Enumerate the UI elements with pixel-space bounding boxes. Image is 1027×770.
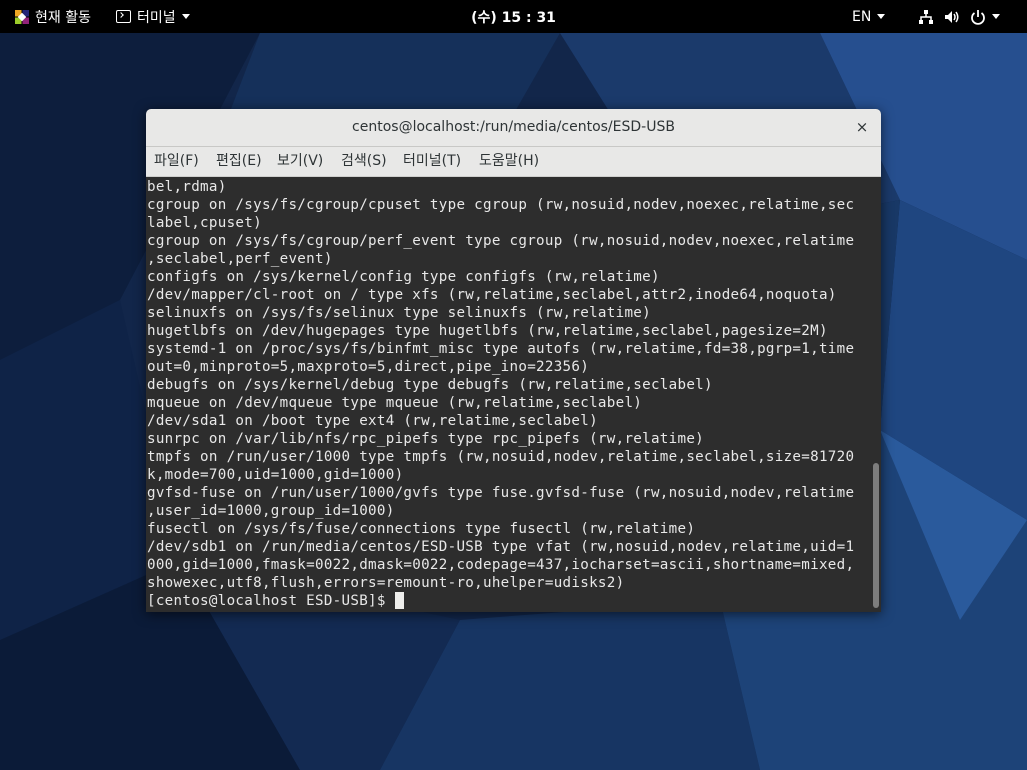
language-button[interactable]: EN <box>852 0 886 33</box>
terminal-line: mqueue on /dev/mqueue type mqueue (rw,re… <box>147 395 643 411</box>
terminal-prompt: [centos@localhost ESD-USB]$ <box>147 593 395 609</box>
system-menu-button[interactable] <box>918 0 1000 33</box>
network-icon <box>919 9 933 24</box>
terminal-icon <box>116 10 131 23</box>
window-titlebar[interactable]: centos@localhost:/run/media/centos/ESD-U… <box>146 109 881 147</box>
app-menu-button[interactable]: 터미널 <box>116 0 190 33</box>
terminal-line: systemd-1 on /proc/sys/fs/binfmt_misc ty… <box>147 341 855 357</box>
terminal-lines: bel,rdma) cgroup on /sys/fs/cgroup/cpuset… <box>147 178 854 610</box>
window-title: centos@localhost:/run/media/centos/ESD-U… <box>352 119 675 135</box>
terminal-line: /dev/sda1 on /boot type ext4 (rw,relatim… <box>147 413 598 429</box>
terminal-line: ,user_id=1000,group_id=1000) <box>147 503 395 519</box>
text-cursor <box>394 592 404 609</box>
terminal-line: label,cpuset) <box>147 215 262 231</box>
terminal-line: /dev/sdb1 on /run/media/centos/ESD-USB t… <box>147 539 855 555</box>
activities-label: 현재 활동 <box>35 9 91 26</box>
top-bar: 현재 활동 터미널 (수) 15 : 31 EN <box>0 0 1027 33</box>
menu-file[interactable]: 파일(F) <box>154 147 199 176</box>
language-label: EN <box>852 8 872 25</box>
terminal-line: k,mode=700,uid=1000,gid=1000) <box>147 467 404 483</box>
menu-view[interactable]: 보기(V) <box>277 147 323 176</box>
clock-button[interactable]: (수) 15 : 31 <box>471 7 556 27</box>
terminal-line: fusectl on /sys/fs/fuse/connections type… <box>147 521 696 537</box>
terminal-line: gvfsd-fuse on /run/user/1000/gvfs type f… <box>147 485 855 501</box>
terminal-line: out=0,minproto=5,maxproto=5,direct,pipe_… <box>147 359 590 375</box>
terminal-line: cgroup on /sys/fs/cgroup/cpuset type cgr… <box>147 197 855 213</box>
terminal-output[interactable]: bel,rdma) cgroup on /sys/fs/cgroup/cpuset… <box>146 177 881 612</box>
terminal-window: centos@localhost:/run/media/centos/ESD-U… <box>146 109 881 612</box>
terminal-line: tmpfs on /run/user/1000 type tmpfs (rw,n… <box>147 449 855 465</box>
terminal-line: debugfs on /sys/kernel/debug type debugf… <box>147 377 713 393</box>
power-icon <box>971 9 985 25</box>
chevron-down-icon <box>877 14 886 19</box>
menu-terminal[interactable]: 터미널(T) <box>403 147 461 176</box>
terminal-line: cgroup on /sys/fs/cgroup/perf_event type… <box>147 233 855 249</box>
terminal-line: sunrpc on /var/lib/nfs/rpc_pipefs type r… <box>147 431 705 447</box>
centos-logo-icon <box>15 9 29 24</box>
menu-search[interactable]: 검색(S) <box>341 147 387 176</box>
scrollbar[interactable] <box>873 180 879 610</box>
chevron-down-icon <box>992 14 1000 19</box>
terminal-line: bel,rdma) <box>147 179 227 195</box>
terminal-prompt-line: [centos@localhost ESD-USB]$ <box>147 592 854 610</box>
terminal-line: 000,gid=1000,fmask=0022,dmask=0022,codep… <box>147 557 855 573</box>
activities-button[interactable]: 현재 활동 <box>14 0 91 33</box>
app-menu-label: 터미널 <box>137 9 176 26</box>
terminal-line: ,seclabel,perf_event) <box>147 251 333 267</box>
volume-icon <box>945 10 959 23</box>
menu-edit[interactable]: 편집(E) <box>216 147 262 176</box>
terminal-line: selinuxfs on /sys/fs/selinux type selinu… <box>147 305 651 321</box>
close-button[interactable]: × <box>853 118 871 136</box>
menu-bar: 파일(F) 편집(E) 보기(V) 검색(S) 터미널(T) 도움말(H) <box>146 147 881 177</box>
menu-help[interactable]: 도움말(H) <box>479 147 539 176</box>
scrollbar-thumb[interactable] <box>873 463 879 608</box>
close-icon: × <box>855 118 869 136</box>
chevron-down-icon <box>181 14 190 19</box>
terminal-line: showexec,utf8,flush,errors=remount-ro,uh… <box>147 575 625 591</box>
terminal-line: hugetlbfs on /dev/hugepages type hugetlb… <box>147 323 828 339</box>
terminal-line: /dev/mapper/cl-root on / type xfs (rw,re… <box>147 287 837 303</box>
terminal-line: configfs on /sys/kernel/config type conf… <box>147 269 660 285</box>
